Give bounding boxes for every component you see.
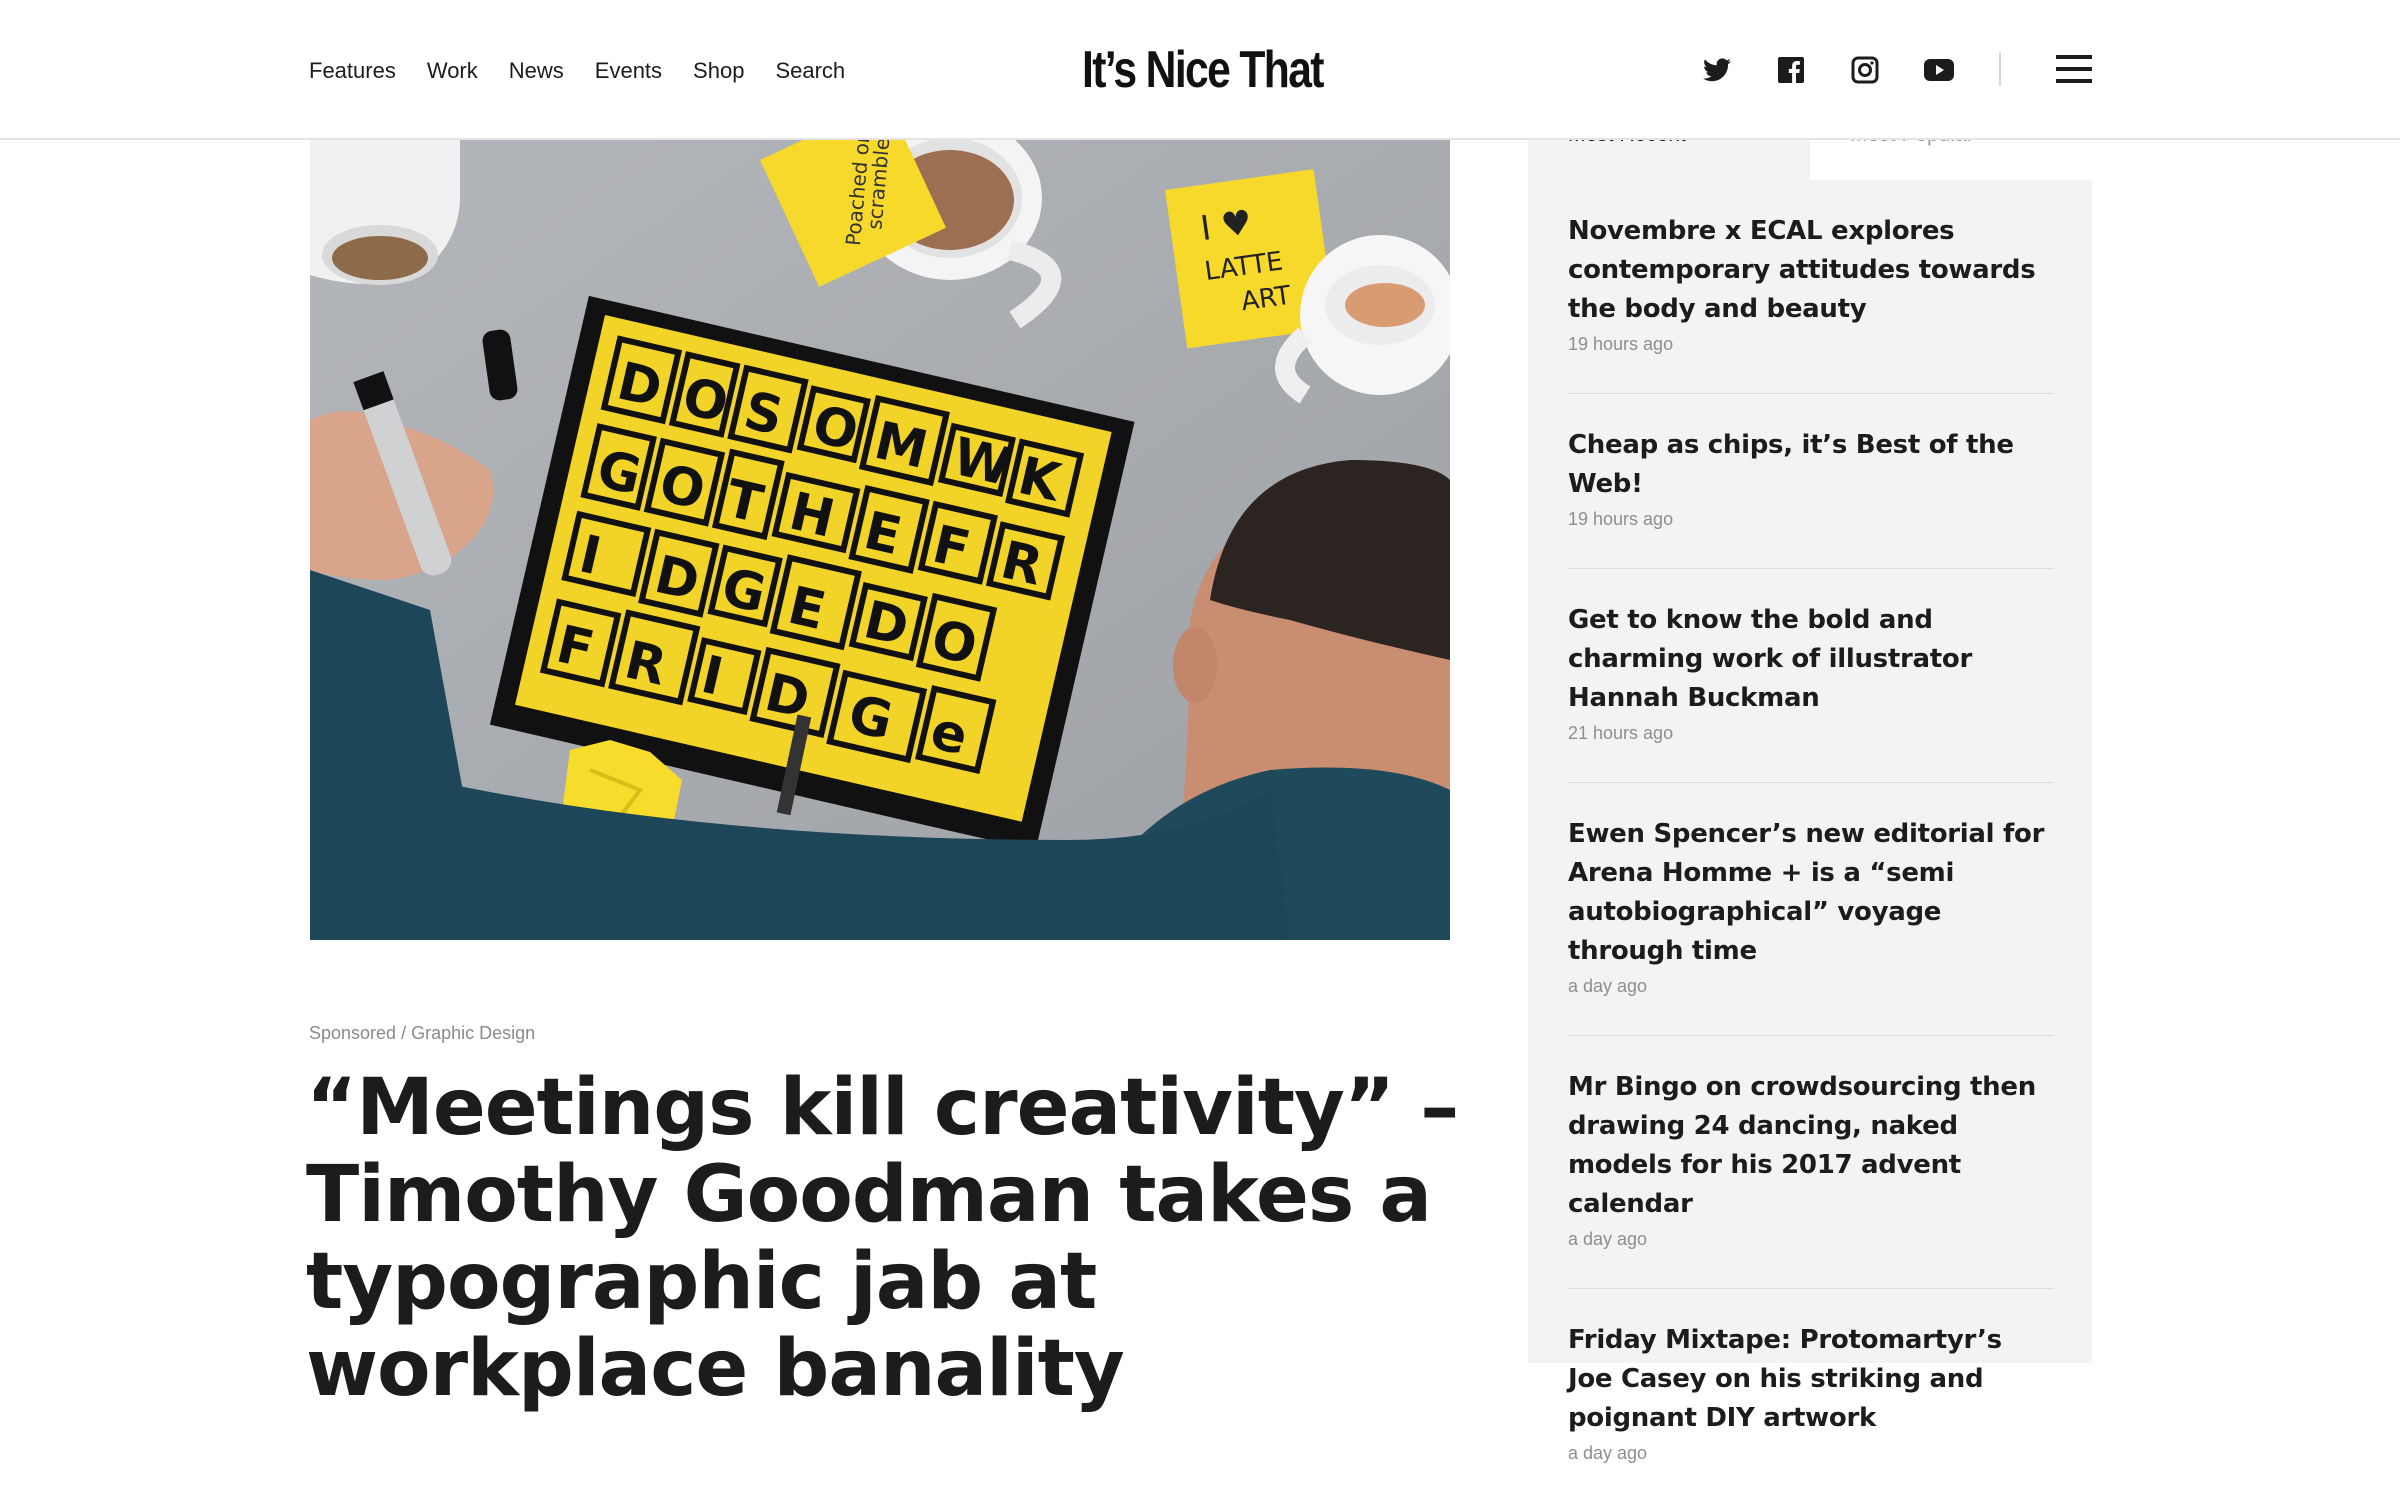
article-link[interactable]: Mr Bingo on crowdsourcing then drawing 2…: [1568, 1068, 2054, 1224]
nav-news[interactable]: News: [509, 56, 564, 86]
youtube-icon[interactable]: [1923, 54, 1955, 86]
list-item[interactable]: Friday Mixtape: Protomartyr’s Joe Casey …: [1568, 1289, 2054, 1502]
nav-events[interactable]: Events: [595, 56, 662, 86]
article-headline: “Meetings kill creativity” – Timothy Goo…: [306, 1063, 1459, 1414]
nav-shop[interactable]: Shop: [693, 56, 744, 86]
article-link[interactable]: Cheap as chips, it’s Best of the Web!: [1568, 426, 2054, 504]
article-time: 19 hours ago: [1568, 334, 1674, 354]
list-item[interactable]: Cheap as chips, it’s Best of the Web! 19…: [1568, 394, 2054, 569]
list-item[interactable]: Ewen Spencer’s new editorial for Arena H…: [1568, 783, 2054, 1036]
article-time: 21 hours ago: [1568, 723, 1674, 743]
article-link[interactable]: Friday Mixtape: Protomartyr’s Joe Casey …: [1568, 1321, 2054, 1438]
site-header: Features Work News Events Shop Search It…: [0, 0, 2400, 140]
nav-work[interactable]: Work: [427, 56, 478, 86]
hamburger-menu-icon[interactable]: [2056, 55, 2092, 85]
nav-search[interactable]: Search: [775, 56, 845, 86]
article-time: a day ago: [1568, 976, 1648, 996]
main-nav: Features Work News Events Shop Search: [309, 56, 876, 86]
header-divider: [1999, 52, 2001, 86]
category-link[interactable]: Sponsored / Graphic Design: [309, 1023, 535, 1043]
article-time: a day ago: [1568, 1229, 1648, 1249]
list-item[interactable]: Mr Bingo on crowdsourcing then drawing 2…: [1568, 1036, 2054, 1289]
article-category[interactable]: Sponsored / Graphic Design: [309, 1023, 535, 1044]
list-item[interactable]: Novembre x ECAL explores contemporary at…: [1568, 180, 2054, 394]
recent-articles-list: Novembre x ECAL explores contemporary at…: [1568, 180, 2054, 1502]
svg-text:I ♥: I ♥: [1198, 202, 1254, 249]
instagram-icon[interactable]: [1849, 54, 1881, 86]
site-logo[interactable]: It’s Nice That: [1082, 40, 1324, 100]
hero-image: Poached or scrambled? I ♥ LATTE ART D O …: [310, 140, 1450, 940]
facebook-icon[interactable]: [1775, 54, 1807, 86]
twitter-icon[interactable]: [1701, 54, 1733, 86]
article-link[interactable]: Get to know the bold and charming work o…: [1568, 601, 2054, 718]
article-link[interactable]: Ewen Spencer’s new editorial for Arena H…: [1568, 815, 2054, 971]
article-link[interactable]: Novembre x ECAL explores contemporary at…: [1568, 212, 2054, 329]
article-time: 19 hours ago: [1568, 509, 1674, 529]
nav-features[interactable]: Features: [309, 56, 396, 86]
article-time: a day ago: [1568, 1443, 1648, 1463]
list-item[interactable]: Get to know the bold and charming work o…: [1568, 569, 2054, 783]
